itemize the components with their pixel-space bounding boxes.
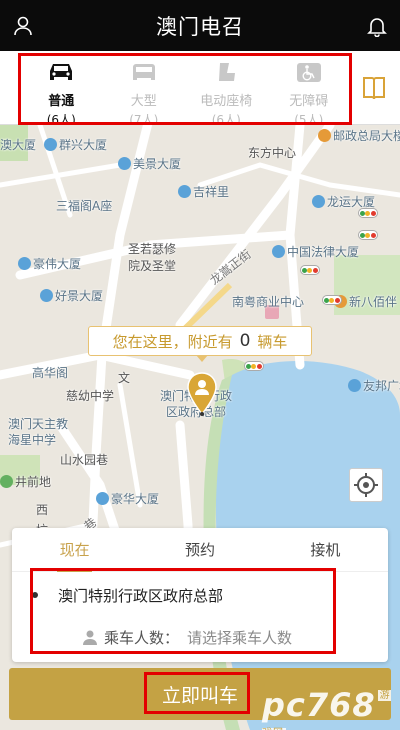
map-label: 井前地	[0, 473, 51, 490]
watermark-logo: pc768游戏网	[262, 686, 400, 730]
map-label: 南粤商业中心	[232, 295, 305, 309]
tab-airport-pickup[interactable]: 接机	[263, 528, 388, 571]
car-type-large[interactable]: 大型 (7人)	[103, 51, 186, 127]
call-taxi-label: 立即叫车	[161, 684, 238, 707]
map-label: 海星中学	[8, 433, 57, 447]
book-icon[interactable]	[362, 75, 386, 101]
building-icon	[18, 257, 31, 270]
power-seat-icon	[219, 63, 236, 81]
sedan-icon	[50, 64, 73, 80]
building-icon	[178, 185, 191, 198]
park-icon	[0, 475, 13, 488]
traffic-light-icon	[300, 265, 320, 275]
nearby-car-count: 0	[239, 331, 251, 351]
map-label: 文	[118, 371, 131, 385]
building-icon	[318, 129, 331, 142]
app-header: 澳门电召	[0, 0, 400, 51]
map-label: 山水园巷	[60, 453, 109, 467]
traffic-light-icon	[358, 230, 378, 240]
map-label: 高华阁	[32, 366, 69, 380]
building-icon	[96, 492, 109, 505]
car-type-power-seat[interactable]: 电动座椅 (6人)	[185, 51, 268, 127]
tab-reserve[interactable]: 预约	[137, 528, 262, 571]
map-label: 豪伟大厦	[18, 255, 81, 272]
map-label: 西	[36, 503, 49, 517]
car-type-label: 无障碍	[289, 94, 329, 109]
traffic-light-icon	[322, 295, 342, 305]
user-icon[interactable]	[12, 15, 34, 37]
map-label: 友邦广场	[348, 377, 400, 394]
map-label: 吉祥里	[178, 183, 229, 200]
building-icon	[40, 289, 53, 302]
car-type-label: 普通	[48, 94, 75, 109]
passenger-count-selector[interactable]: 乘车人数： 请选择乘车人数	[82, 624, 368, 650]
traffic-light-icon	[358, 208, 378, 218]
map-label: 三福阁A座	[56, 199, 113, 213]
booking-panel: 现在 预约 接机 澳门特别行政区政府总部 乘车人数： 请选择乘车人数	[12, 528, 388, 662]
wheelchair-icon	[296, 63, 321, 82]
location-dot-icon	[32, 592, 38, 598]
map-label: 邮政总局大楼	[318, 127, 400, 144]
building-icon	[348, 379, 361, 392]
location-pin-icon[interactable]	[186, 372, 218, 416]
map-label: 澳大厦	[0, 138, 37, 152]
person-icon	[83, 630, 97, 645]
building-icon	[44, 138, 57, 151]
map-label: 豪华大厦	[96, 490, 159, 507]
bell-icon[interactable]	[366, 15, 388, 37]
crosshair-icon	[354, 473, 378, 497]
building-icon	[118, 157, 131, 170]
van-icon	[132, 64, 155, 80]
app-screen: 澳门电召 普通 (6人) 大型 (7人) 电动座椅 (6人) 无障碍 (5人) …	[0, 0, 400, 730]
app-title: 澳门电召	[156, 14, 244, 39]
car-type-label: 电动座椅	[200, 94, 253, 109]
map-label: 群兴大厦	[44, 136, 107, 153]
map-label: 圣若瑟修	[128, 242, 177, 256]
map-label: 好景大厦	[40, 287, 103, 304]
map-label: 中国法律大厦	[272, 243, 359, 260]
map-label: 新八佰伴	[334, 293, 397, 310]
building-icon	[312, 195, 325, 208]
car-type-standard[interactable]: 普通 (6人)	[20, 51, 103, 127]
map-label: 慈幼中学	[66, 389, 115, 403]
locate-me-button[interactable]	[349, 468, 383, 502]
booking-tabs: 现在 预约 接机	[12, 528, 388, 572]
nearby-cars-tooltip: 您在这里，附近有 0 辆车	[88, 326, 312, 356]
map-label: 院及圣堂	[128, 259, 177, 273]
passenger-label: 乘车人数：	[104, 628, 180, 647]
map-label: 东方中心	[248, 146, 297, 160]
car-type-label: 大型	[130, 94, 157, 109]
map-label: 澳门天主教	[8, 417, 69, 431]
tooltip-arrow	[196, 355, 208, 362]
car-type-accessible[interactable]: 无障碍 (5人)	[268, 51, 351, 127]
tab-now[interactable]: 现在	[12, 528, 137, 572]
building-icon	[272, 245, 285, 258]
passenger-placeholder: 请选择乘车人数	[187, 628, 293, 647]
car-type-bar: 普通 (6人) 大型 (7人) 电动座椅 (6人) 无障碍 (5人)	[0, 51, 400, 127]
map-label: 美景大厦	[118, 155, 181, 172]
traffic-light-icon	[244, 361, 264, 371]
pickup-location-text: 澳门特别行政区政府总部	[58, 586, 224, 605]
pickup-location[interactable]: 澳门特别行政区政府总部	[32, 580, 368, 610]
